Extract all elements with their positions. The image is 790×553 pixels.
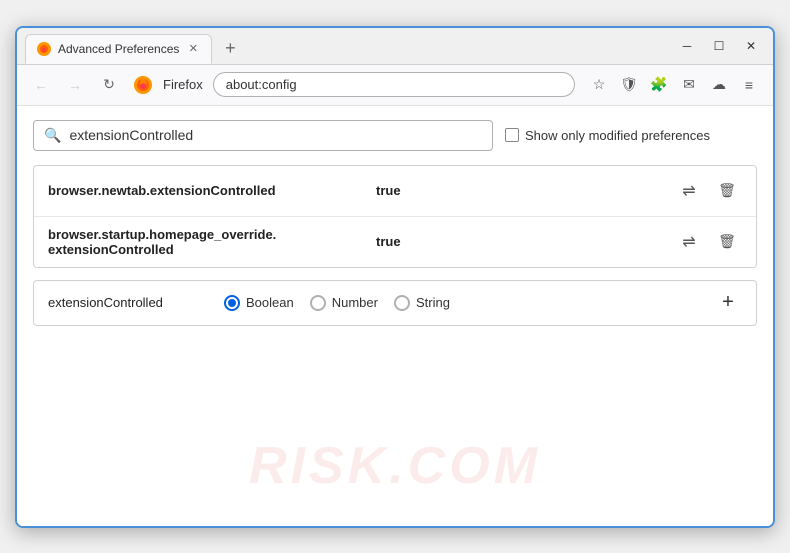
nav-icons: ☆ 🛡 🧩 ✉ ☁ ≡ bbox=[585, 71, 763, 99]
content-area: RISK.COM 🔍 Show only modified preference… bbox=[17, 106, 773, 526]
menu-icon[interactable]: ≡ bbox=[735, 71, 763, 99]
active-tab[interactable]: Advanced Preferences ✕ bbox=[25, 34, 212, 64]
pref-name-1: browser.newtab.extensionControlled bbox=[48, 183, 368, 198]
tab-close-button[interactable]: ✕ bbox=[185, 41, 201, 57]
shield-icon[interactable]: 🛡 bbox=[615, 71, 643, 99]
close-window-button[interactable]: ✕ bbox=[737, 35, 765, 57]
tab-title: Advanced Preferences bbox=[58, 42, 179, 56]
reload-button[interactable]: ↻ bbox=[95, 71, 123, 99]
type-radio-group: Boolean Number String bbox=[224, 295, 450, 311]
firefox-logo-icon bbox=[133, 75, 153, 95]
preferences-table: browser.newtab.extensionControlled true … bbox=[33, 165, 757, 268]
window-controls: ─ ☐ ✕ bbox=[673, 35, 765, 63]
show-modified-checkbox[interactable] bbox=[505, 128, 519, 142]
maximize-button[interactable]: ☐ bbox=[705, 35, 733, 57]
reset-button-1[interactable] bbox=[674, 176, 704, 206]
pref-actions-2 bbox=[674, 227, 742, 257]
bookmark-icon[interactable]: ☆ bbox=[585, 71, 613, 99]
add-preference-row: extensionControlled Boolean Number Strin… bbox=[33, 280, 757, 326]
pref-name-2: browser.startup.homepage_override. exten… bbox=[48, 227, 368, 257]
radio-string-label: String bbox=[416, 295, 450, 310]
radio-string-circle bbox=[394, 295, 410, 311]
mail-icon[interactable]: ✉ bbox=[675, 71, 703, 99]
add-preference-button[interactable]: + bbox=[714, 289, 742, 317]
extension-icon[interactable]: 🧩 bbox=[645, 71, 673, 99]
table-row: browser.startup.homepage_override. exten… bbox=[34, 217, 756, 267]
address-text: about:config bbox=[226, 77, 297, 92]
radio-number[interactable]: Number bbox=[310, 295, 378, 311]
delete-button-1[interactable] bbox=[712, 176, 742, 206]
radio-boolean-label: Boolean bbox=[246, 295, 294, 310]
minimize-button[interactable]: ─ bbox=[673, 35, 701, 57]
table-row: browser.newtab.extensionControlled true bbox=[34, 166, 756, 217]
watermark: RISK.COM bbox=[249, 436, 541, 496]
address-bar[interactable]: about:config bbox=[213, 72, 575, 97]
search-icon: 🔍 bbox=[44, 127, 61, 144]
pref-value-2: true bbox=[376, 234, 401, 249]
search-input[interactable] bbox=[69, 127, 482, 143]
show-modified-label: Show only modified preferences bbox=[525, 128, 710, 143]
nav-bar: ← → ↻ Firefox about:config ☆ 🛡 🧩 ✉ ☁ ≡ bbox=[17, 65, 773, 106]
radio-boolean-circle bbox=[224, 295, 240, 311]
firefox-tab-icon bbox=[36, 41, 52, 57]
radio-boolean[interactable]: Boolean bbox=[224, 295, 294, 311]
radio-string[interactable]: String bbox=[394, 295, 450, 311]
back-button[interactable]: ← bbox=[27, 71, 55, 99]
new-tab-button[interactable]: + bbox=[216, 35, 244, 63]
reset-button-2[interactable] bbox=[674, 227, 704, 257]
radio-number-label: Number bbox=[332, 295, 378, 310]
forward-button[interactable]: → bbox=[61, 71, 89, 99]
show-modified-wrapper: Show only modified preferences bbox=[505, 128, 710, 143]
browser-window: Advanced Preferences ✕ + ─ ☐ ✕ ← → ↻ Fir… bbox=[15, 26, 775, 528]
search-input-wrapper[interactable]: 🔍 bbox=[33, 120, 493, 151]
new-pref-name: extensionControlled bbox=[48, 295, 208, 310]
pref-actions-1 bbox=[674, 176, 742, 206]
title-bar: Advanced Preferences ✕ + ─ ☐ ✕ bbox=[17, 28, 773, 65]
account-icon[interactable]: ☁ bbox=[705, 71, 733, 99]
search-bar: 🔍 Show only modified preferences bbox=[33, 120, 757, 151]
delete-button-2[interactable] bbox=[712, 227, 742, 257]
pref-value-1: true bbox=[376, 183, 401, 198]
radio-number-circle bbox=[310, 295, 326, 311]
browser-name: Firefox bbox=[163, 77, 203, 92]
